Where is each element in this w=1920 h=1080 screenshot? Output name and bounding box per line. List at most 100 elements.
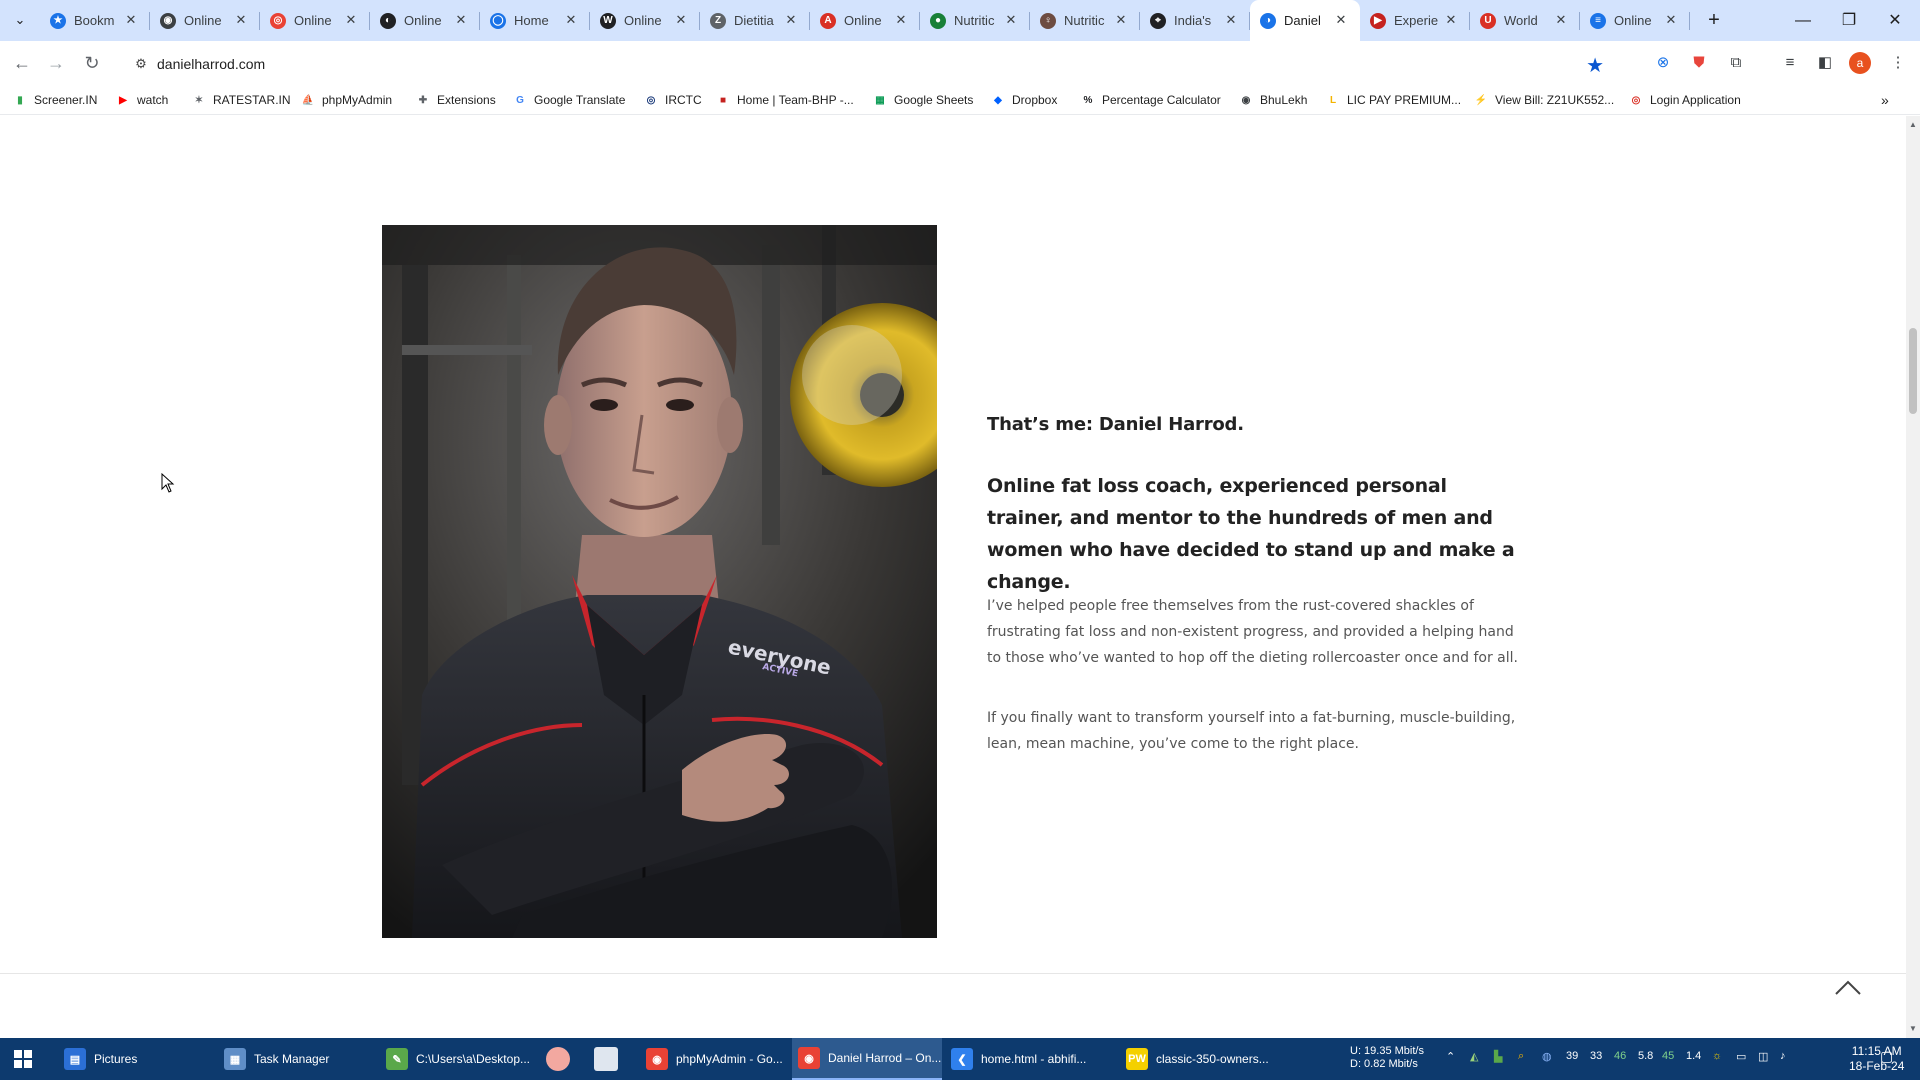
- side-panel-icon[interactable]: ◧: [1813, 51, 1837, 75]
- bookmark-item[interactable]: ◎ IRCTC: [643, 91, 702, 109]
- browser-tab[interactable]: ◎ Online ✕: [260, 0, 370, 41]
- tab-close-icon[interactable]: ✕: [122, 11, 140, 29]
- tab-close-icon[interactable]: ✕: [1552, 11, 1570, 29]
- tab-close-icon[interactable]: ✕: [562, 11, 580, 29]
- tab-title: Online: [624, 13, 662, 28]
- page-scrollbar[interactable]: ▲ ▼: [1906, 116, 1920, 1038]
- tab-title: India's: [1174, 13, 1212, 28]
- tab-close-icon[interactable]: ✕: [1332, 11, 1350, 29]
- address-bar[interactable]: ⚙ danielharrod.com ★: [122, 47, 1620, 81]
- minimize-icon[interactable]: —: [1780, 0, 1826, 41]
- tab-close-icon[interactable]: ✕: [1002, 11, 1020, 29]
- tab-close-icon[interactable]: ✕: [1442, 11, 1460, 29]
- bookmark-item[interactable]: L LIC PAY PREMIUM...: [1325, 91, 1461, 109]
- bookmark-item[interactable]: ▦ Google Sheets: [872, 91, 973, 109]
- tray-weather-icon[interactable]: ☼: [1712, 1050, 1722, 1062]
- tab-close-icon[interactable]: ✕: [892, 11, 910, 29]
- bookmark-item[interactable]: ⚡ View Bill: Z21UK552...: [1473, 91, 1614, 109]
- browser-tab[interactable]: ◐ Online ✕: [370, 0, 480, 41]
- taskbar-item[interactable]: ✎ C:\Users\a\Desktop...: [380, 1038, 530, 1080]
- browser-tab[interactable]: ≡ Online ✕: [1580, 0, 1690, 41]
- browser-tab[interactable]: ♀ Nutritic ✕: [1030, 0, 1140, 41]
- browser-tab[interactable]: ● Nutritic ✕: [920, 0, 1030, 41]
- scrollbar-thumb[interactable]: [1909, 328, 1917, 414]
- scroll-down-arrow-icon[interactable]: ▼: [1909, 1024, 1917, 1033]
- back-arrow-icon[interactable]: ←: [10, 51, 34, 75]
- taskbar-notepad-icon[interactable]: [594, 1047, 618, 1071]
- notification-icon[interactable]: ▢: [1880, 1048, 1893, 1065]
- tray-network-icon[interactable]: ▭: [1736, 1050, 1746, 1063]
- bookmark-item[interactable]: % Percentage Calculator: [1080, 91, 1221, 109]
- scroll-up-arrow-icon[interactable]: ▲: [1909, 120, 1917, 129]
- tab-close-icon[interactable]: ✕: [232, 11, 250, 29]
- bookmark-star-icon[interactable]: ★: [1586, 53, 1604, 78]
- bookmark-item[interactable]: G Google Translate: [512, 91, 625, 109]
- tray-number-4: 5.8: [1638, 1050, 1654, 1062]
- browser-tab[interactable]: ⌖ India's ✕: [1140, 0, 1250, 41]
- tray-search-icon[interactable]: ⌕: [1518, 1050, 1524, 1063]
- tab-favicon-icon: U: [1480, 12, 1496, 29]
- bookmark-item[interactable]: ◎ Login Application: [1628, 91, 1741, 109]
- tab-close-icon[interactable]: ✕: [1222, 11, 1240, 29]
- browser-tab[interactable]: ◯ Home ✕: [480, 0, 590, 41]
- taskbar-item[interactable]: ◉ phpMyAdmin - Go...: [640, 1038, 788, 1080]
- extensions-puzzle-icon[interactable]: ⧉: [1724, 51, 1748, 75]
- taskbar-item[interactable]: ❮ home.html - abhifi...: [945, 1038, 1103, 1080]
- bookmark-item[interactable]: ■ Home | Team-BHP -...: [715, 91, 854, 109]
- profile-avatar[interactable]: a: [1849, 52, 1871, 74]
- browser-tab[interactable]: ◑ Daniel ✕: [1250, 0, 1360, 41]
- site-info-icon[interactable]: ⚙: [132, 55, 150, 73]
- browser-tab[interactable]: ★ Bookm ✕: [40, 0, 150, 41]
- bookmark-favicon-icon: ◎: [1631, 94, 1641, 106]
- tray-wifi-icon[interactable]: ◫: [1758, 1050, 1768, 1063]
- bookmark-label: Screener.IN: [34, 93, 98, 107]
- tab-close-icon[interactable]: ✕: [1112, 11, 1130, 29]
- new-tab-plus-icon[interactable]: +: [1702, 8, 1726, 32]
- browser-tab[interactable]: U World ✕: [1470, 0, 1580, 41]
- taskbar-item[interactable]: ▦ Task Manager: [218, 1038, 368, 1080]
- tray-app-icon-2[interactable]: ▙: [1494, 1050, 1502, 1063]
- tray-show-hidden-icon[interactable]: ⌃: [1446, 1050, 1455, 1063]
- bookmark-item[interactable]: ✚ Extensions: [415, 91, 496, 109]
- shield-extension-icon[interactable]: ⛊: [1687, 51, 1711, 75]
- tray-volume-icon[interactable]: ♪: [1780, 1050, 1786, 1062]
- bookmark-item[interactable]: ◉ BhuLekh: [1238, 91, 1308, 109]
- taskbar-item[interactable]: PW classic-350-owners...: [1120, 1038, 1270, 1080]
- browser-tab[interactable]: ▶ Experie ✕: [1360, 0, 1470, 41]
- taskbar-item[interactable]: ◉ Daniel Harrod – On...: [792, 1038, 942, 1080]
- tab-close-icon[interactable]: ✕: [782, 11, 800, 29]
- browser-tab[interactable]: ◉ Online ✕: [150, 0, 260, 41]
- taskbar-item[interactable]: ▤ Pictures: [58, 1038, 208, 1080]
- browser-menu-icon[interactable]: ⋮: [1886, 51, 1910, 75]
- tab-close-icon[interactable]: ✕: [1662, 11, 1680, 29]
- tab-search-chevron-icon[interactable]: ⌄: [8, 8, 32, 32]
- bookmark-item[interactable]: ◆ Dropbox: [990, 91, 1057, 109]
- forward-arrow-icon[interactable]: →: [44, 51, 68, 75]
- restore-icon[interactable]: ❐: [1826, 0, 1872, 41]
- bookmark-item[interactable]: ▮ Screener.IN: [12, 91, 97, 109]
- bookmark-item[interactable]: ⛵ phpMyAdmin: [300, 91, 392, 109]
- tab-close-icon[interactable]: ✕: [672, 11, 690, 29]
- more-bookmarks-chevron-icon[interactable]: »: [1881, 91, 1889, 109]
- extension-icon[interactable]: ⊗: [1651, 51, 1675, 75]
- tray-globe-icon[interactable]: ◍: [1542, 1050, 1552, 1063]
- taskbar-clock[interactable]: 11:15 AM 18-Feb-24: [1849, 1044, 1904, 1074]
- windows-start-icon[interactable]: [0, 1038, 46, 1080]
- close-window-icon[interactable]: ✕: [1872, 0, 1918, 41]
- taskbar-app-icon[interactable]: [546, 1047, 570, 1071]
- scroll-to-top-chevron-icon[interactable]: [1834, 978, 1862, 1006]
- tray-app-icon[interactable]: ◭: [1470, 1050, 1478, 1063]
- bookmark-favicon-icon: ✶: [194, 94, 204, 106]
- portrait-photo: everyone ACTIVE: [382, 225, 937, 938]
- browser-tab[interactable]: A Online ✕: [810, 0, 920, 41]
- browser-tab[interactable]: W Online ✕: [590, 0, 700, 41]
- reload-icon[interactable]: ↻: [80, 51, 104, 75]
- media-controls-icon[interactable]: ≡: [1778, 51, 1802, 75]
- bookmark-item[interactable]: ✶ RATESTAR.IN: [191, 91, 291, 109]
- browser-tab[interactable]: Z Dietitia ✕: [700, 0, 810, 41]
- bookmark-item[interactable]: ▶ watch: [115, 91, 168, 109]
- tab-close-icon[interactable]: ✕: [452, 11, 470, 29]
- url-text[interactable]: danielharrod.com: [157, 56, 265, 72]
- tab-close-icon[interactable]: ✕: [342, 11, 360, 29]
- tab-favicon-icon: ●: [930, 12, 946, 29]
